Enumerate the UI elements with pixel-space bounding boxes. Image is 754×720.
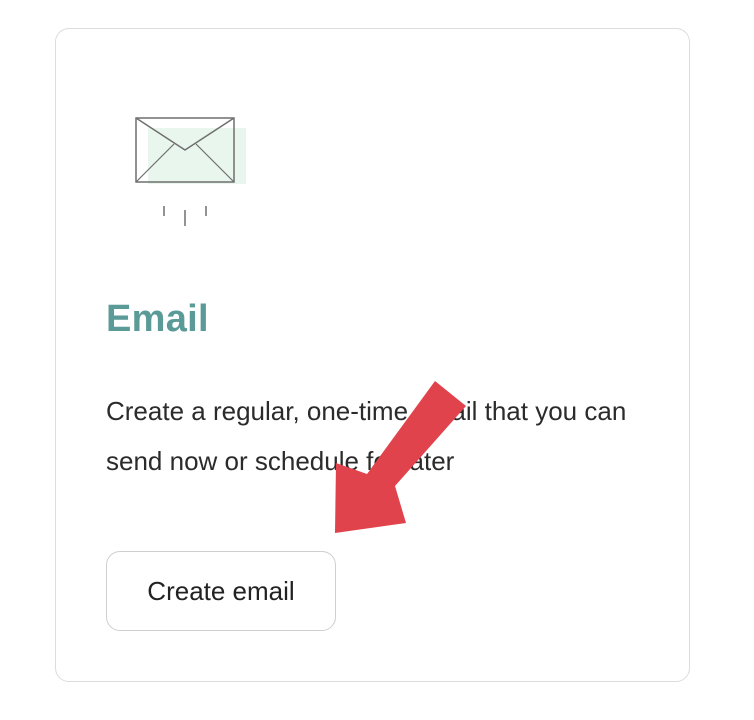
card-title: Email bbox=[106, 298, 209, 340]
envelope-icon bbox=[134, 116, 254, 236]
create-email-button[interactable]: Create email bbox=[106, 551, 336, 631]
card-description: Create a regular, one-time email that yo… bbox=[106, 396, 627, 476]
